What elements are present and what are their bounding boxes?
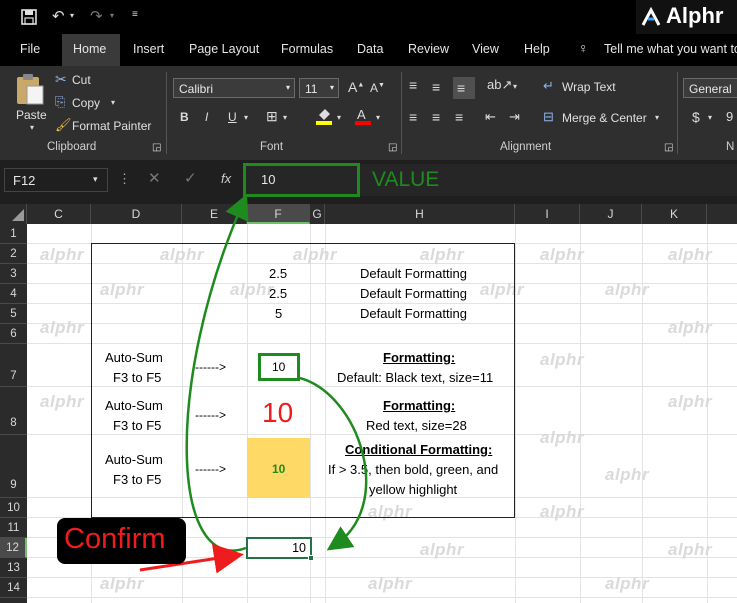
arrow-f12-to-formula: [185, 193, 249, 552]
confirm-label: Confirm: [64, 523, 166, 555]
confirm-label-box: Confirm: [57, 518, 186, 564]
annotation-arrows: [139, 193, 368, 574]
arrow-f7-to-f12: [299, 376, 368, 551]
